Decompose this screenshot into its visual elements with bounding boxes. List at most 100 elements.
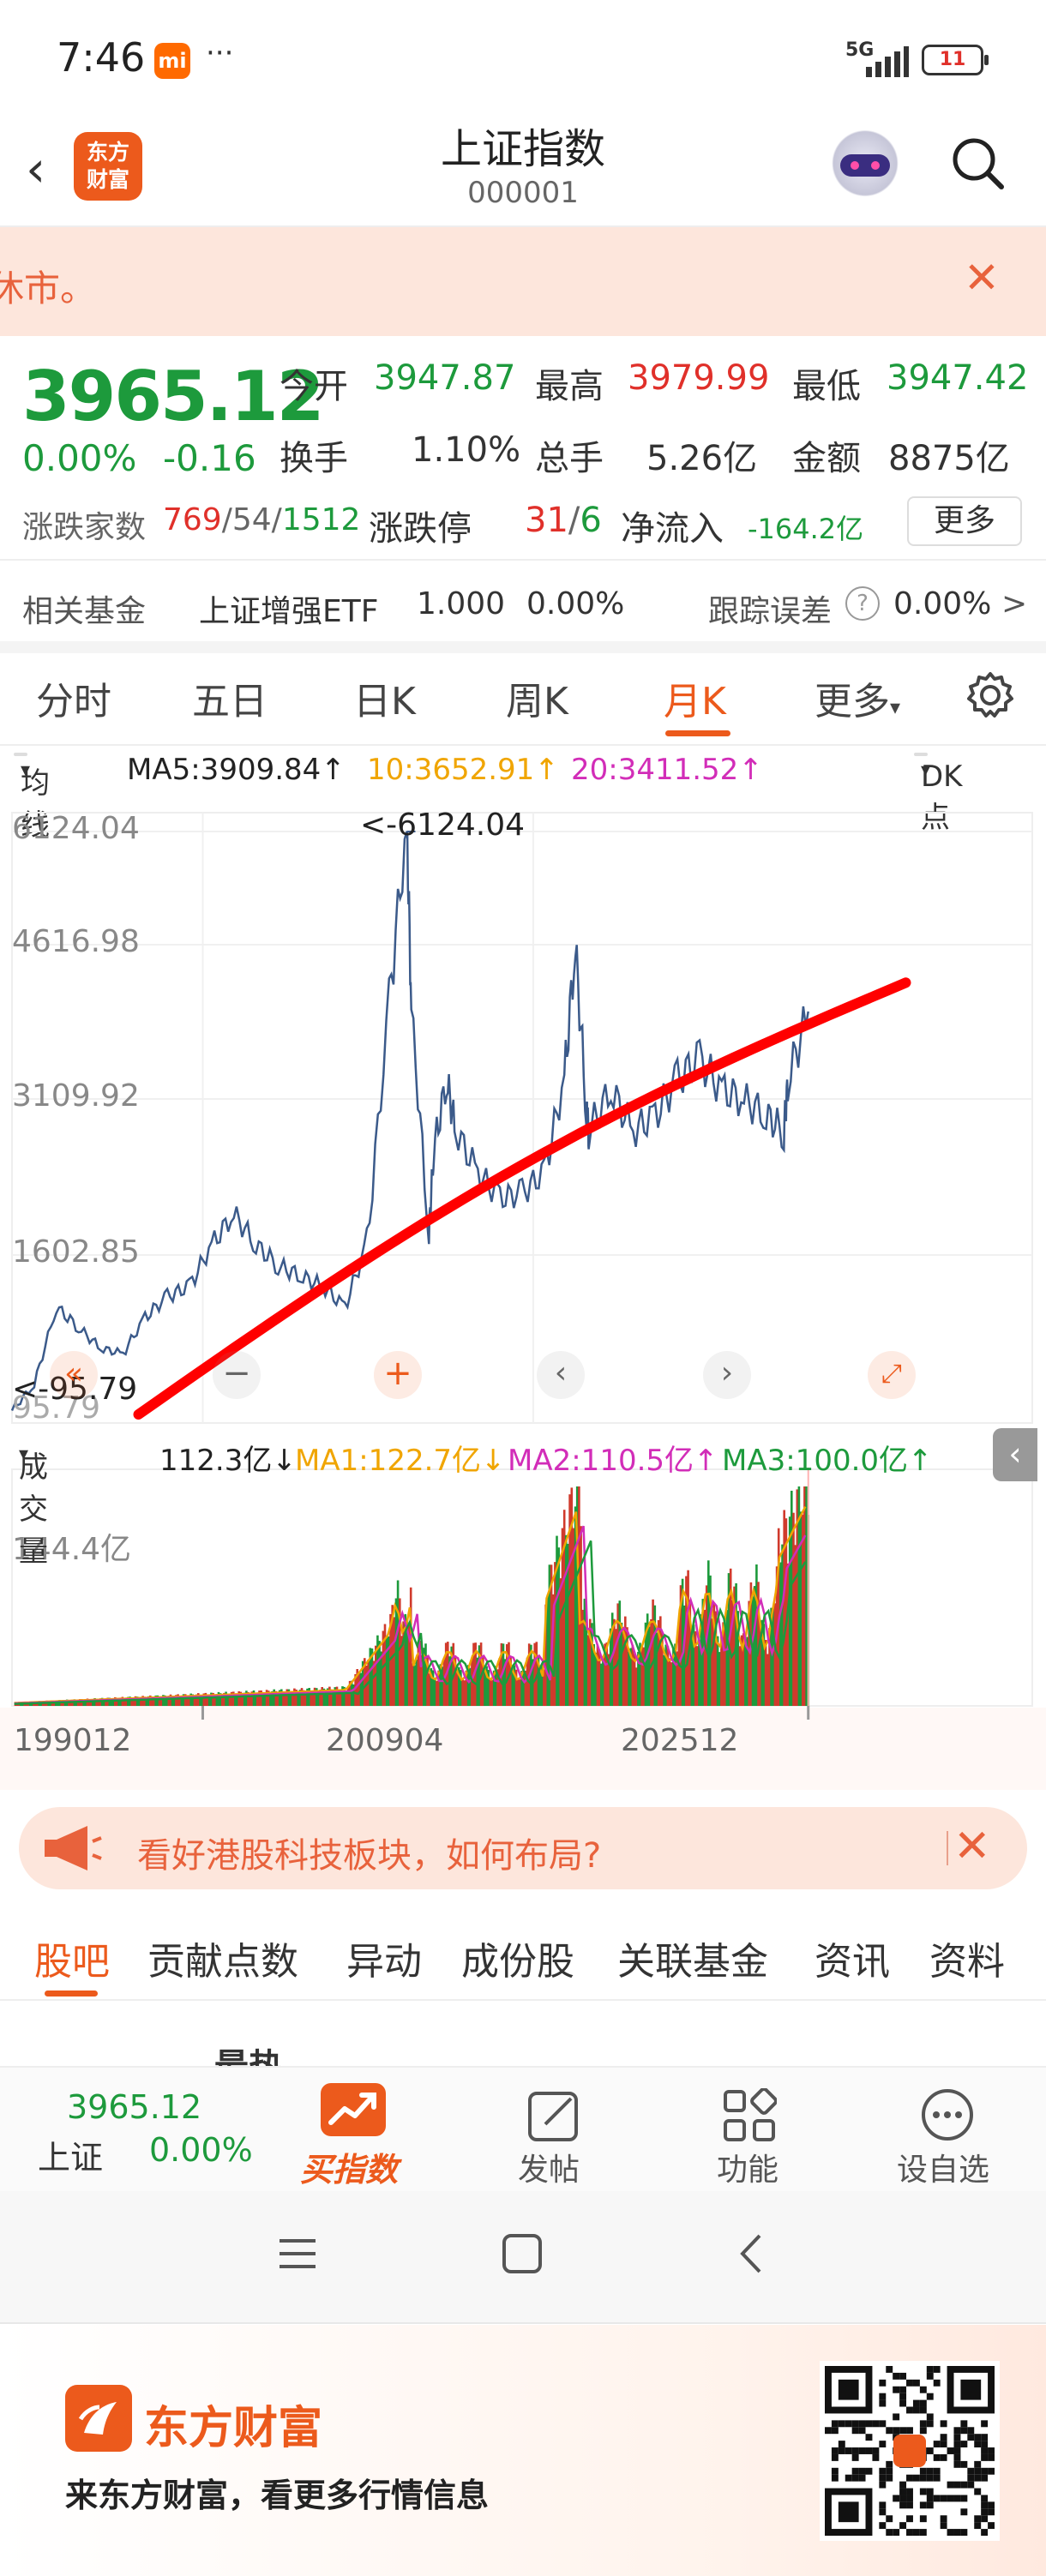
qr-module bbox=[940, 2453, 947, 2461]
tab-daily-k[interactable]: 日K bbox=[353, 670, 416, 725]
qr-module bbox=[879, 2467, 887, 2475]
vol-ma2-value: MA2:110.5亿↑ bbox=[508, 1444, 718, 1478]
tracking-label: 跟踪误差 bbox=[708, 594, 833, 629]
qr-module bbox=[919, 2406, 927, 2414]
qr-module bbox=[947, 2447, 954, 2454]
tab-profile[interactable]: 资料 bbox=[929, 1930, 1005, 1985]
qr-finder bbox=[838, 2501, 859, 2523]
qr-module bbox=[974, 2460, 982, 2468]
related-fund-row[interactable]: 相关基金 上证增强ETF 1.000 0.00% 跟踪误差 ? 0.00% > bbox=[0, 559, 1046, 653]
qr-module bbox=[933, 2474, 941, 2482]
tab-weekly-k[interactable]: 周K bbox=[506, 670, 568, 725]
fullscreen-icon[interactable]: ⤢ bbox=[868, 1351, 916, 1399]
back-icon[interactable]: ‹ bbox=[26, 144, 45, 194]
qr-module bbox=[967, 2467, 975, 2475]
ma5-value: MA5:3909.84↑ bbox=[127, 753, 346, 787]
home-icon[interactable] bbox=[501, 2232, 544, 2275]
qr-module bbox=[967, 2427, 975, 2435]
search-icon[interactable] bbox=[950, 135, 1005, 190]
qr-module bbox=[967, 2481, 975, 2489]
y-tick-label: 6124.04 bbox=[12, 811, 140, 846]
tab-five-day[interactable]: 五日 bbox=[192, 670, 268, 725]
mini-pct: 0.00% bbox=[149, 2131, 253, 2169]
active-tab-underline bbox=[45, 1991, 98, 1997]
tab-news[interactable]: 资讯 bbox=[815, 1930, 890, 1985]
qr-module bbox=[933, 2453, 941, 2461]
indicator-dropdown[interactable]: 均线 ▾ bbox=[14, 753, 50, 843]
qr-module bbox=[960, 2460, 968, 2468]
brand-logo-icon bbox=[65, 2385, 132, 2452]
open-value: 3947.87 bbox=[374, 358, 516, 398]
qr-module bbox=[879, 2441, 887, 2448]
qr-module bbox=[906, 2379, 913, 2387]
status-bar: 7:46 mi ··· 5G 11 bbox=[0, 0, 1046, 111]
qr-module bbox=[872, 2420, 880, 2428]
qr-module bbox=[886, 2460, 893, 2468]
function-button[interactable]: 功能 bbox=[717, 2145, 778, 2189]
close-icon[interactable]: ✕ bbox=[964, 253, 1000, 303]
buy-index-button[interactable]: 买指数 bbox=[300, 2143, 398, 2190]
ma20-value: 20:3411.52↑ bbox=[571, 753, 763, 787]
y-tick-label: 3109.92 bbox=[12, 1078, 140, 1114]
scroll-left-icon[interactable]: ‹ bbox=[537, 1351, 585, 1399]
more-circle-icon[interactable] bbox=[919, 2087, 976, 2143]
qr-module bbox=[851, 2427, 859, 2435]
scroll-right-icon[interactable]: › bbox=[703, 1351, 751, 1399]
qr-module bbox=[988, 2522, 995, 2530]
settings-gear-icon[interactable] bbox=[965, 670, 1015, 720]
qr-module bbox=[906, 2427, 913, 2435]
kline-chart[interactable]: 6124.04 4616.98 3109.92 1602.85 95.79 <-… bbox=[0, 796, 1046, 1790]
qr-module bbox=[933, 2379, 941, 2387]
promo-banner[interactable]: 看好港股科技板块，如何布局? ✕ bbox=[19, 1807, 1027, 1889]
close-icon[interactable]: ✕ bbox=[953, 1821, 991, 1872]
add-watchlist-button[interactable]: 设自选 bbox=[897, 2145, 989, 2189]
qr-module bbox=[879, 2474, 887, 2482]
qr-module bbox=[974, 2434, 982, 2441]
tab-more[interactable]: 更多▾ bbox=[815, 670, 900, 725]
qr-module bbox=[988, 2508, 995, 2516]
edit-post-icon[interactable] bbox=[526, 2088, 581, 2143]
assistant-robot-icon[interactable] bbox=[827, 129, 904, 206]
rewind-icon[interactable]: « bbox=[50, 1351, 98, 1399]
qr-code bbox=[820, 2361, 1000, 2541]
qr-module bbox=[919, 2515, 927, 2523]
volume-value: 5.26亿 bbox=[646, 439, 758, 478]
menu-icon[interactable] bbox=[276, 2232, 319, 2275]
qr-module bbox=[953, 2447, 961, 2454]
qr-module bbox=[940, 2515, 947, 2523]
qr-module bbox=[858, 2467, 866, 2475]
eastmoney-logo[interactable]: 东方 财富 bbox=[74, 132, 142, 201]
dk-point-dropdown[interactable]: DK点 ▾ bbox=[914, 753, 962, 835]
trend-chart-icon[interactable] bbox=[321, 2083, 386, 2136]
tab-contribution[interactable]: 贡献点数 bbox=[147, 1930, 298, 1985]
back-nav-icon[interactable] bbox=[730, 2232, 773, 2275]
sort-hot[interactable]: 最热 bbox=[214, 2039, 283, 2066]
zoom-in-icon[interactable]: + bbox=[374, 1351, 422, 1399]
more-button[interactable]: 更多 bbox=[907, 496, 1022, 546]
function-grid-icon[interactable] bbox=[722, 2088, 777, 2143]
limit-label: 涨跌停 bbox=[369, 509, 472, 549]
qr-module bbox=[858, 2474, 866, 2482]
qr-module bbox=[926, 2501, 934, 2509]
tab-related-funds[interactable]: 关联基金 bbox=[617, 1930, 768, 1985]
tab-forum[interactable]: 股吧 bbox=[34, 1930, 110, 1985]
qr-module bbox=[919, 2386, 927, 2393]
qr-module bbox=[974, 2467, 982, 2475]
trend-line-annotation bbox=[133, 977, 911, 1420]
price-panel-frame bbox=[11, 812, 1033, 1424]
ma-legend-row: 均线 ▾ MA5:3909.84↑ 10:3652.91↑ 20:3411.52↑… bbox=[0, 748, 1046, 843]
tab-constituents[interactable]: 成份股 bbox=[461, 1930, 574, 1985]
help-icon[interactable]: ? bbox=[845, 586, 880, 621]
collapse-panel-icon[interactable]: ‹ bbox=[993, 1428, 1037, 1481]
tracking-value: 0.00% bbox=[893, 586, 992, 621]
qr-module bbox=[838, 2441, 845, 2448]
tab-movement[interactable]: 异动 bbox=[346, 1930, 422, 1985]
tab-monthly-k[interactable]: 月K bbox=[664, 670, 726, 725]
zoom-out-icon[interactable]: − bbox=[213, 1351, 261, 1399]
tab-intraday[interactable]: 分时 bbox=[36, 670, 111, 725]
qr-module bbox=[851, 2467, 859, 2475]
qr-module bbox=[886, 2474, 893, 2482]
post-button[interactable]: 发帖 bbox=[518, 2145, 580, 2189]
qr-module bbox=[981, 2434, 989, 2441]
qr-module bbox=[926, 2488, 934, 2495]
